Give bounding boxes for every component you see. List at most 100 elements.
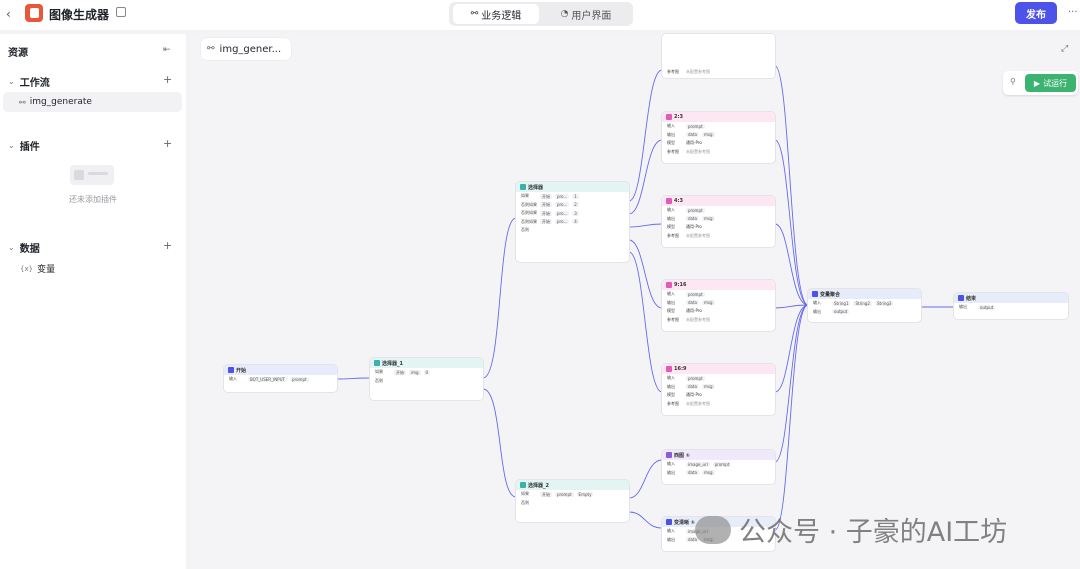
- node-title: 选择器: [528, 184, 544, 191]
- row-key: 否则: [375, 377, 383, 383]
- empty-plugins-text: 还未添加插件: [69, 195, 117, 204]
- edit-icon[interactable]: [116, 7, 126, 17]
- chip: 2: [572, 202, 579, 208]
- node-image-4-3[interactable]: 4:3 输入 prompt 输出 data msg 模型 通用-Pro 参考图 未配置参考…: [662, 196, 775, 247]
- chip: prompt: [686, 291, 705, 297]
- row-value: 未配置参考图: [686, 400, 710, 406]
- sidebar-item-variable[interactable]: {x} 变量: [20, 262, 56, 276]
- add-workflow-button[interactable]: +: [163, 73, 172, 86]
- node-row: 输入 prompt: [662, 206, 775, 215]
- node-title: 变清晰 ①: [674, 519, 695, 526]
- section-data[interactable]: ⌄ 数据: [8, 240, 40, 255]
- row-key: 参考图: [667, 400, 679, 406]
- node-title: 4:3: [674, 198, 683, 204]
- node-image-2-3[interactable]: 2:3 输入 prompt 输出 data msg 模型 通用-Pro 参考图 未配置参考…: [662, 112, 775, 163]
- chip: data: [686, 216, 700, 222]
- app-title: 图像生成器: [49, 8, 110, 22]
- variable-icon: {x}: [20, 264, 34, 273]
- node-header: 开始: [224, 365, 337, 375]
- node-end[interactable]: 结束 输出 output: [954, 293, 1068, 319]
- section-workflow[interactable]: ⌄ 工作流: [8, 74, 50, 89]
- node-row: 模型 通用-Pro: [662, 223, 775, 232]
- node-image-top[interactable]: 参考图 未配置参考图: [662, 34, 775, 78]
- node-start[interactable]: 开始 输入 BOT_USER_INPUT prompt: [224, 365, 337, 392]
- node-header: 9:16: [662, 280, 775, 290]
- row-value: 未配置参考图: [686, 316, 710, 322]
- node-row: 如果 开始 prompt Empty: [516, 490, 629, 499]
- tab-user-interface[interactable]: ◔ 用户界面: [543, 4, 629, 24]
- chip: output: [978, 304, 996, 310]
- node-plugin-1[interactable]: 西图 ① 输入 image_url prompt 输出 data msg: [662, 450, 775, 484]
- chip: BOT_USER_INPUT: [248, 376, 287, 382]
- node-row: 否则: [516, 499, 629, 508]
- chip: 3: [572, 210, 579, 216]
- node-image-9-16[interactable]: 9:16 输入 prompt 输出 data msg 模型 通用-Pro 参考图 未配置参…: [662, 280, 775, 331]
- chip: data: [686, 132, 700, 138]
- node-selector-1[interactable]: 选择器_1 如果 开始 img 0 否则: [370, 358, 483, 400]
- row-key: 如果: [521, 491, 529, 497]
- debug-icon[interactable]: ⚲: [1010, 77, 1016, 86]
- node-row: 否则如果 开始 pro... 3: [516, 209, 629, 218]
- row-key: 输出: [813, 308, 821, 314]
- chip: prompt: [686, 123, 705, 129]
- node-selector[interactable]: 选择器 如果 开始 pro... 1 否则如果 开始 pro... 2 否则如果 开始 pro.…: [516, 182, 629, 262]
- section-plugins[interactable]: ⌄ 插件: [8, 138, 40, 153]
- node-row: 参考图 未配置参考图: [662, 400, 775, 409]
- node-row: 输入 BOT_USER_INPUT prompt: [224, 375, 337, 384]
- row-key: 模型: [667, 392, 675, 398]
- workflow-icon: ⚯: [470, 9, 479, 19]
- node-header: 变量聚合: [808, 289, 921, 299]
- row-key: 输出: [667, 469, 675, 475]
- row-value: 未配置参考图: [686, 148, 710, 154]
- plugin-icon: [666, 452, 672, 458]
- workflow-tab[interactable]: ⚯ img_gener...: [201, 38, 291, 60]
- add-data-button[interactable]: +: [163, 239, 172, 252]
- row-key: 模型: [667, 308, 675, 314]
- row-key: 如果: [521, 193, 529, 199]
- row-value: 通用-Pro: [686, 140, 702, 146]
- node-row: 输入 prompt: [662, 374, 775, 383]
- add-plugin-button[interactable]: +: [163, 137, 172, 150]
- chip: String2: [853, 300, 872, 306]
- publish-button[interactable]: 发布: [1015, 2, 1057, 24]
- node-variable-merge[interactable]: 变量聚合 输入 String1 String2 String3 输出 output: [808, 289, 921, 322]
- node-row: 输出 output: [954, 303, 1068, 312]
- workflow-canvas[interactable]: [190, 34, 1080, 569]
- tab-label: 业务逻辑: [481, 10, 522, 22]
- chip: data: [686, 470, 700, 476]
- chevron-down-icon: ⌄: [8, 141, 15, 150]
- node-header: 2:3: [662, 112, 775, 122]
- chip: String3: [874, 300, 894, 306]
- test-run-button[interactable]: ▶ 试运行: [1025, 74, 1076, 92]
- node-row: 参考图 未配置参考图: [662, 316, 775, 325]
- view-tabs: ⚯ 业务逻辑 ◔ 用户界面: [449, 2, 633, 26]
- node-row: 参考图 未配置参考图: [662, 148, 775, 157]
- node-image-16-9[interactable]: 16:9 输入 prompt 输出 data msg 模型 通用-Pro 参考图 未配置参…: [662, 364, 775, 415]
- collapse-sidebar-icon[interactable]: ⇤: [163, 45, 171, 55]
- back-chevron-icon[interactable]: ‹: [6, 7, 11, 21]
- node-title: 开始: [236, 367, 247, 374]
- palette-icon: ◔: [560, 9, 569, 19]
- selector-icon: [374, 360, 380, 366]
- chip: pro...: [555, 219, 570, 225]
- node-title: 16:9: [674, 366, 687, 372]
- expand-icon[interactable]: ⤢: [1061, 44, 1068, 54]
- chip: pro...: [555, 210, 570, 216]
- image-icon: [666, 198, 672, 204]
- row-key: 否则如果: [521, 210, 537, 216]
- more-icon[interactable]: ···: [1068, 7, 1078, 18]
- image-icon: [666, 114, 672, 120]
- row-value: 未配置参考图: [686, 68, 710, 74]
- item-label: 变量: [37, 265, 56, 275]
- node-row: 否则: [516, 226, 629, 235]
- chip: pro...: [555, 193, 570, 199]
- tab-business-logic[interactable]: ⚯ 业务逻辑: [453, 4, 539, 24]
- sidebar-item-img-generate[interactable]: ⚯ img_generate: [3, 92, 182, 112]
- node-title: 9:16: [674, 282, 687, 288]
- row-key: 输入: [667, 461, 675, 467]
- chip: data: [686, 300, 700, 306]
- node-selector-2[interactable]: 选择器_2 如果 开始 prompt Empty 否则: [516, 480, 629, 522]
- row-key: 输出: [667, 215, 675, 221]
- chip: 开始: [540, 193, 552, 199]
- chip: 开始: [540, 210, 552, 216]
